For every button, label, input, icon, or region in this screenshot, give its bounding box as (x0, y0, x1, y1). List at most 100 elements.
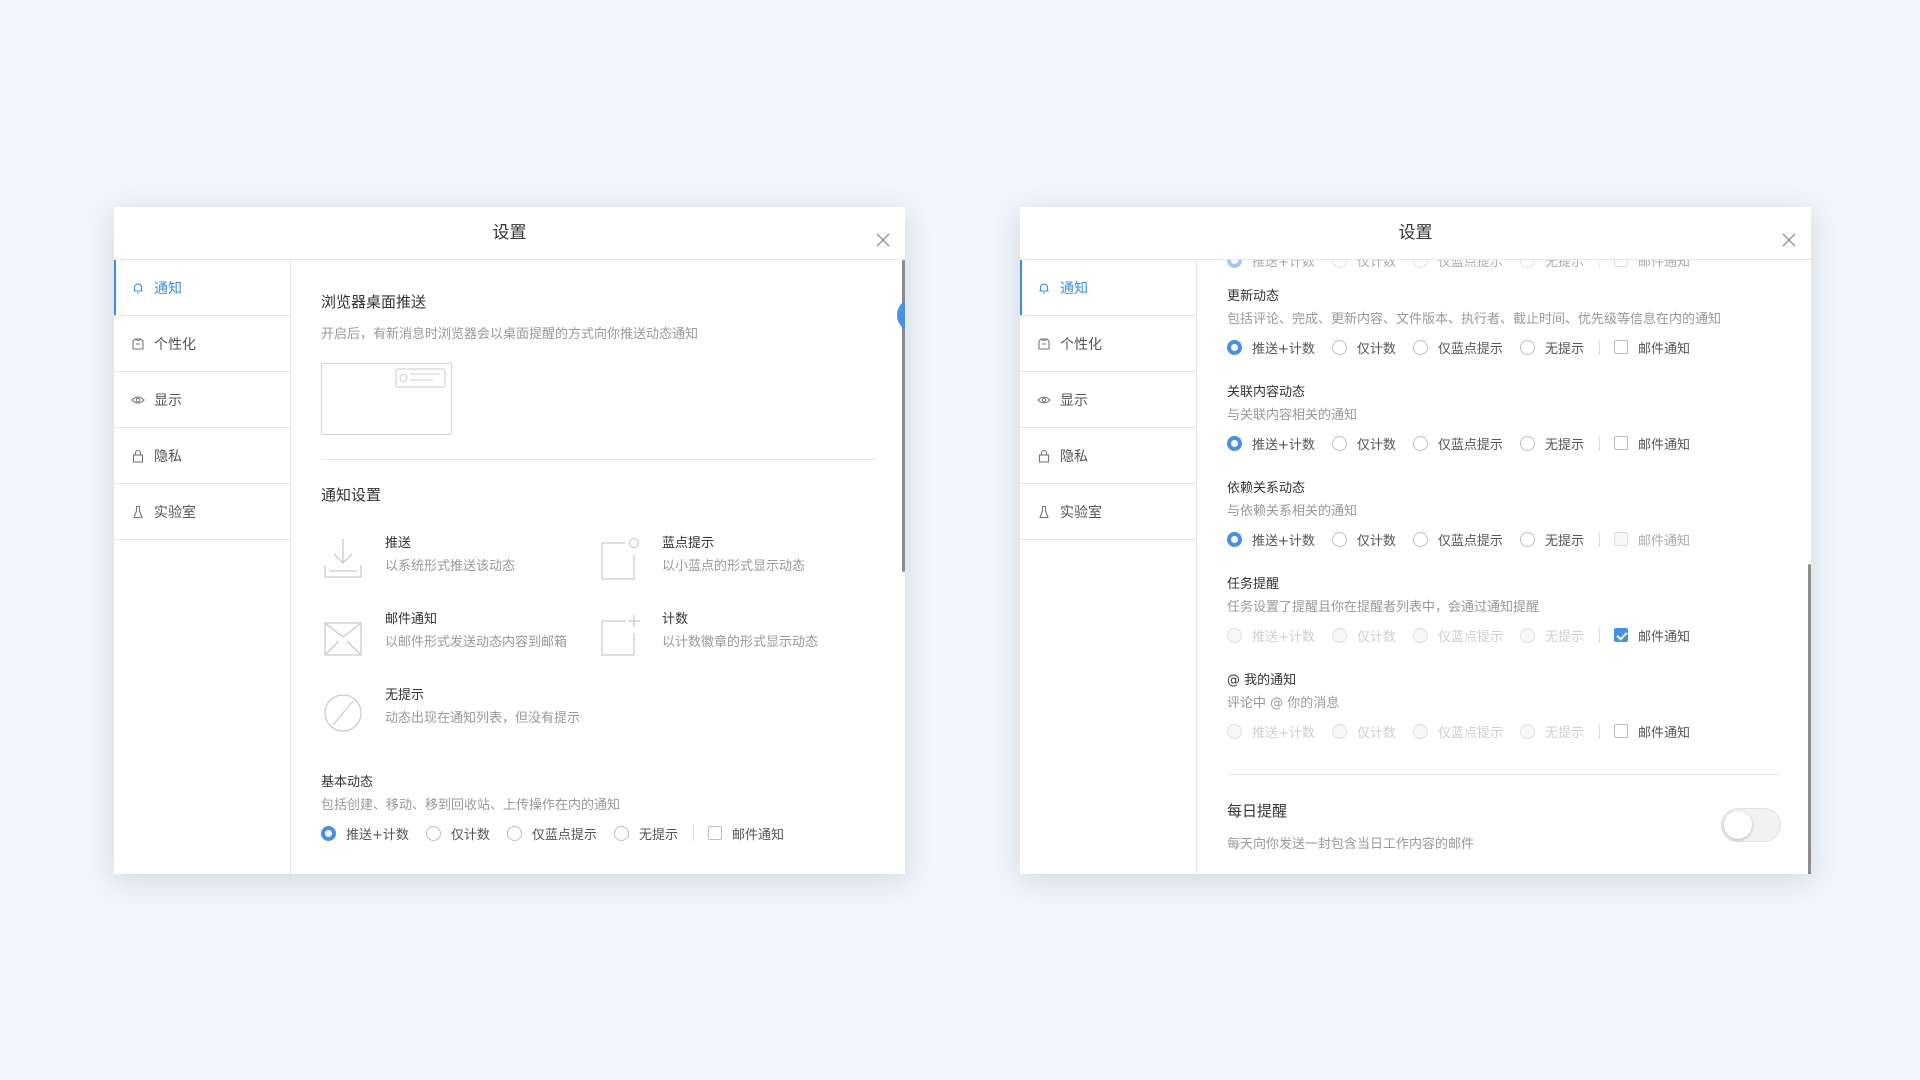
group-title: 基本动态 (321, 775, 374, 790)
sidebar-item-lab[interactable]: 实验室 (1020, 484, 1196, 540)
divider (1598, 723, 1600, 739)
blue-dot-icon (601, 537, 640, 580)
legend-desc: 以计数徽章的形式显示动态 (662, 635, 819, 650)
sidebar: 通知 个性化 显示 隐私 实验室 (114, 260, 291, 874)
sidebar-item-label: 实验室 (1060, 504, 1102, 521)
sidebar-item-personalize[interactable]: 个性化 (114, 316, 290, 372)
sidebar-item-privacy[interactable]: 隐私 (114, 428, 290, 484)
option-row: 推送+计数 仅计数 仅蓝点提示 无提示 邮件通知 (1227, 338, 1721, 357)
radio-no-hint: 无提示 (1519, 626, 1584, 645)
checkbox-email[interactable]: 邮件通知 (1613, 530, 1690, 549)
sidebar-item-lab[interactable]: 实验室 (114, 484, 290, 540)
radio-push-count[interactable]: 推送+计数 (1227, 434, 1315, 453)
flask-icon (1037, 505, 1051, 519)
legend-desc: 以小蓝点的形式显示动态 (662, 559, 806, 574)
checkbox-email[interactable]: 邮件通知 (707, 824, 784, 843)
checkbox-email[interactable]: 邮件通知 (1613, 434, 1690, 453)
desktop-notification-icon (395, 368, 446, 388)
group-title: @ 我的通知 (1227, 673, 1297, 688)
radio-blue-dot-only[interactable]: 仅蓝点提示 (1412, 530, 1503, 549)
eye-icon (1037, 393, 1051, 407)
legend-title: 推送 (385, 536, 412, 551)
radio-no-hint[interactable]: 无提示 (1519, 338, 1584, 357)
divider (1598, 627, 1600, 643)
sidebar-item-notification[interactable]: 通知 (1020, 260, 1196, 316)
lock-icon (131, 449, 145, 463)
settings-content: 浏览器桌面推送 开启后，有新消息时浏览器会以桌面提醒的方式向你推送动态通知 通知… (291, 260, 905, 874)
update-activity-group: 更新动态 包括评论、完成、更新内容、文件版本、执行者、截止时间、优先级等信息在内… (1227, 288, 1721, 357)
sidebar-item-notification[interactable]: 通知 (114, 260, 290, 316)
group-desc: 评论中 @ 你的消息 (1227, 696, 1340, 711)
legend-title: 邮件通知 (385, 612, 438, 627)
checkbox-email[interactable]: 邮件通知 (1613, 626, 1690, 645)
divider (1598, 339, 1600, 355)
scrollbar[interactable] (1808, 564, 1811, 874)
radio-blue-dot-only[interactable]: 仅蓝点提示 (506, 824, 597, 843)
checkbox-email[interactable]: 邮件通知 (1613, 260, 1690, 270)
radio-count-only[interactable]: 仅计数 (1331, 434, 1396, 453)
dialog-header: 设置 (114, 207, 905, 260)
option-row: 推送+计数 仅计数 仅蓝点提示 无提示 邮件通知 (1227, 722, 1707, 741)
legend-push: 推送 以系统形式推送该动态 (321, 535, 515, 583)
close-icon[interactable] (1777, 221, 1801, 247)
radio-count-only[interactable]: 仅计数 (1331, 530, 1396, 549)
radio-blue-dot-only[interactable]: 仅蓝点提示 (1412, 434, 1503, 453)
sidebar-item-display[interactable]: 显示 (1020, 372, 1196, 428)
radio-no-hint[interactable]: 无提示 (1519, 434, 1584, 453)
radio-push-count[interactable]: 推送+计数 (321, 824, 409, 843)
divider (1227, 774, 1781, 775)
settings-dialog-right: 设置 通知 个性化 显示 隐私 实验室 推送+计数 仅计数 仅蓝点提示 无提示 … (1020, 207, 1811, 874)
radio-no-hint[interactable]: 无提示 (1519, 530, 1584, 549)
divider (692, 825, 694, 841)
radio-push-count[interactable]: 推送+计数 (1227, 338, 1315, 357)
close-icon[interactable] (871, 221, 895, 247)
sidebar: 通知 个性化 显示 隐私 实验室 (1020, 260, 1197, 874)
related-content-group: 关联内容动态 与关联内容相关的通知 推送+计数 仅计数 仅蓝点提示 无提示 邮件… (1227, 384, 1707, 453)
notify-settings-title-wrap: 通知设置 (321, 484, 875, 505)
flask-icon (131, 505, 145, 519)
sidebar-item-label: 显示 (154, 392, 182, 409)
radio-blue-dot-only[interactable]: 仅蓝点提示 (1412, 260, 1503, 270)
sidebar-item-label: 显示 (1060, 392, 1088, 409)
section-desc: 开启后，有新消息时浏览器会以桌面提醒的方式向你推送动态通知 (321, 327, 699, 342)
checkbox-email[interactable]: 邮件通知 (1613, 338, 1690, 357)
group-desc: 任务设置了提醒且你在提醒者列表中，会通过通知提醒 (1227, 600, 1540, 615)
sidebar-item-label: 通知 (1060, 280, 1088, 297)
radio-push-count[interactable]: 推送+计数 (1227, 530, 1315, 549)
sidebar-item-label: 隐私 (1060, 448, 1088, 465)
settings-dialog-left: 设置 通知 个性化 显示 隐私 实验室 浏览器桌面推送 开启后，有新消息时浏览器… (114, 207, 905, 874)
bell-icon (131, 281, 145, 295)
legend-title: 蓝点提示 (662, 536, 715, 551)
download-tray-icon (324, 539, 362, 578)
sidebar-item-label: 隐私 (154, 448, 182, 465)
radio-count-only[interactable]: 仅计数 (1331, 338, 1396, 357)
section-title: 通知设置 (321, 486, 382, 504)
desktop-notification-preview (321, 363, 452, 435)
sidebar-item-display[interactable]: 显示 (114, 372, 290, 428)
group-title: 关联内容动态 (1227, 385, 1306, 400)
radio-push-count[interactable]: 推送+计数 (1227, 260, 1315, 270)
option-row: 推送+计数 仅计数 仅蓝点提示 无提示 邮件通知 (1227, 434, 1707, 453)
radio-no-hint[interactable]: 无提示 (613, 824, 678, 843)
legend-title: 无提示 (385, 688, 425, 703)
radio-count-only[interactable]: 仅计数 (425, 824, 490, 843)
ban-icon (324, 694, 362, 732)
daily-reminder-section: 每日提醒 每天向你发送一封包含当日工作内容的邮件 (1227, 800, 1781, 852)
sidebar-item-privacy[interactable]: 隐私 (1020, 428, 1196, 484)
option-row-clipped: 推送+计数 仅计数 仅蓝点提示 无提示 邮件通知 (1227, 260, 1707, 270)
radio-no-hint[interactable]: 无提示 (1519, 260, 1584, 270)
divider (321, 459, 875, 460)
radio-count-only[interactable]: 仅计数 (1331, 260, 1396, 270)
sidebar-item-label: 个性化 (1060, 336, 1102, 353)
mention-group: @ 我的通知 评论中 @ 你的消息 推送+计数 仅计数 仅蓝点提示 无提示 邮件… (1227, 672, 1707, 741)
sidebar-item-label: 通知 (154, 280, 182, 297)
sidebar-item-personalize[interactable]: 个性化 (1020, 316, 1196, 372)
bell-icon (1037, 281, 1051, 295)
daily-reminder-toggle[interactable] (1721, 808, 1781, 842)
radio-blue-dot-only[interactable]: 仅蓝点提示 (1412, 338, 1503, 357)
option-row: 推送+计数 仅计数 仅蓝点提示 无提示 邮件通知 (1227, 626, 1707, 645)
legend-desc: 以邮件形式发送动态内容到邮箱 (385, 635, 568, 650)
section-desc: 每天向你发送一封包含当日工作内容的邮件 (1227, 837, 1475, 852)
checkbox-email[interactable]: 邮件通知 (1613, 722, 1690, 741)
browser-push-toggle[interactable] (897, 298, 905, 332)
